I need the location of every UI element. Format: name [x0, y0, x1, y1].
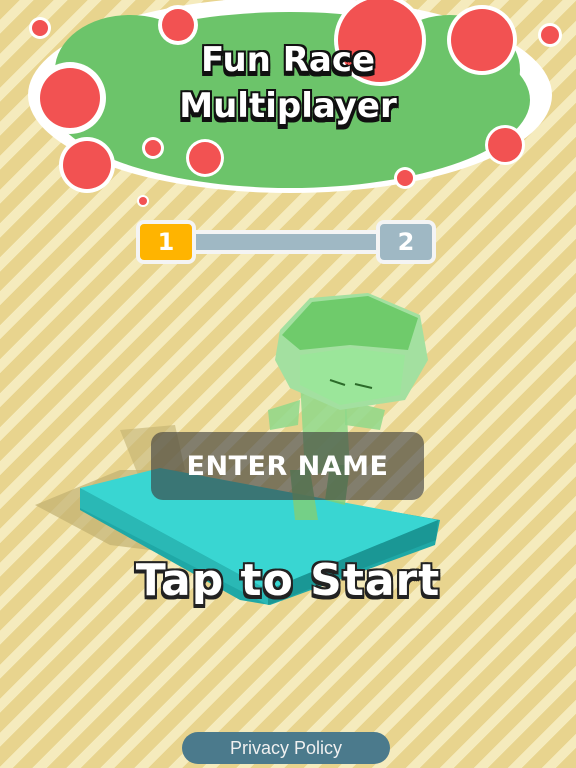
level-progress-track [196, 230, 382, 254]
privacy-policy-button[interactable]: Privacy Policy [182, 732, 390, 764]
next-level-badge: 2 [376, 220, 436, 264]
tap-to-start-prompt[interactable]: Tap to Start [0, 555, 576, 606]
current-level-badge: 1 [136, 220, 196, 264]
game-title-line2: Multiplayer [179, 86, 397, 126]
enter-name-button[interactable]: ENTER NAME [151, 432, 424, 500]
game-title-line1: Fun Race [200, 40, 376, 80]
